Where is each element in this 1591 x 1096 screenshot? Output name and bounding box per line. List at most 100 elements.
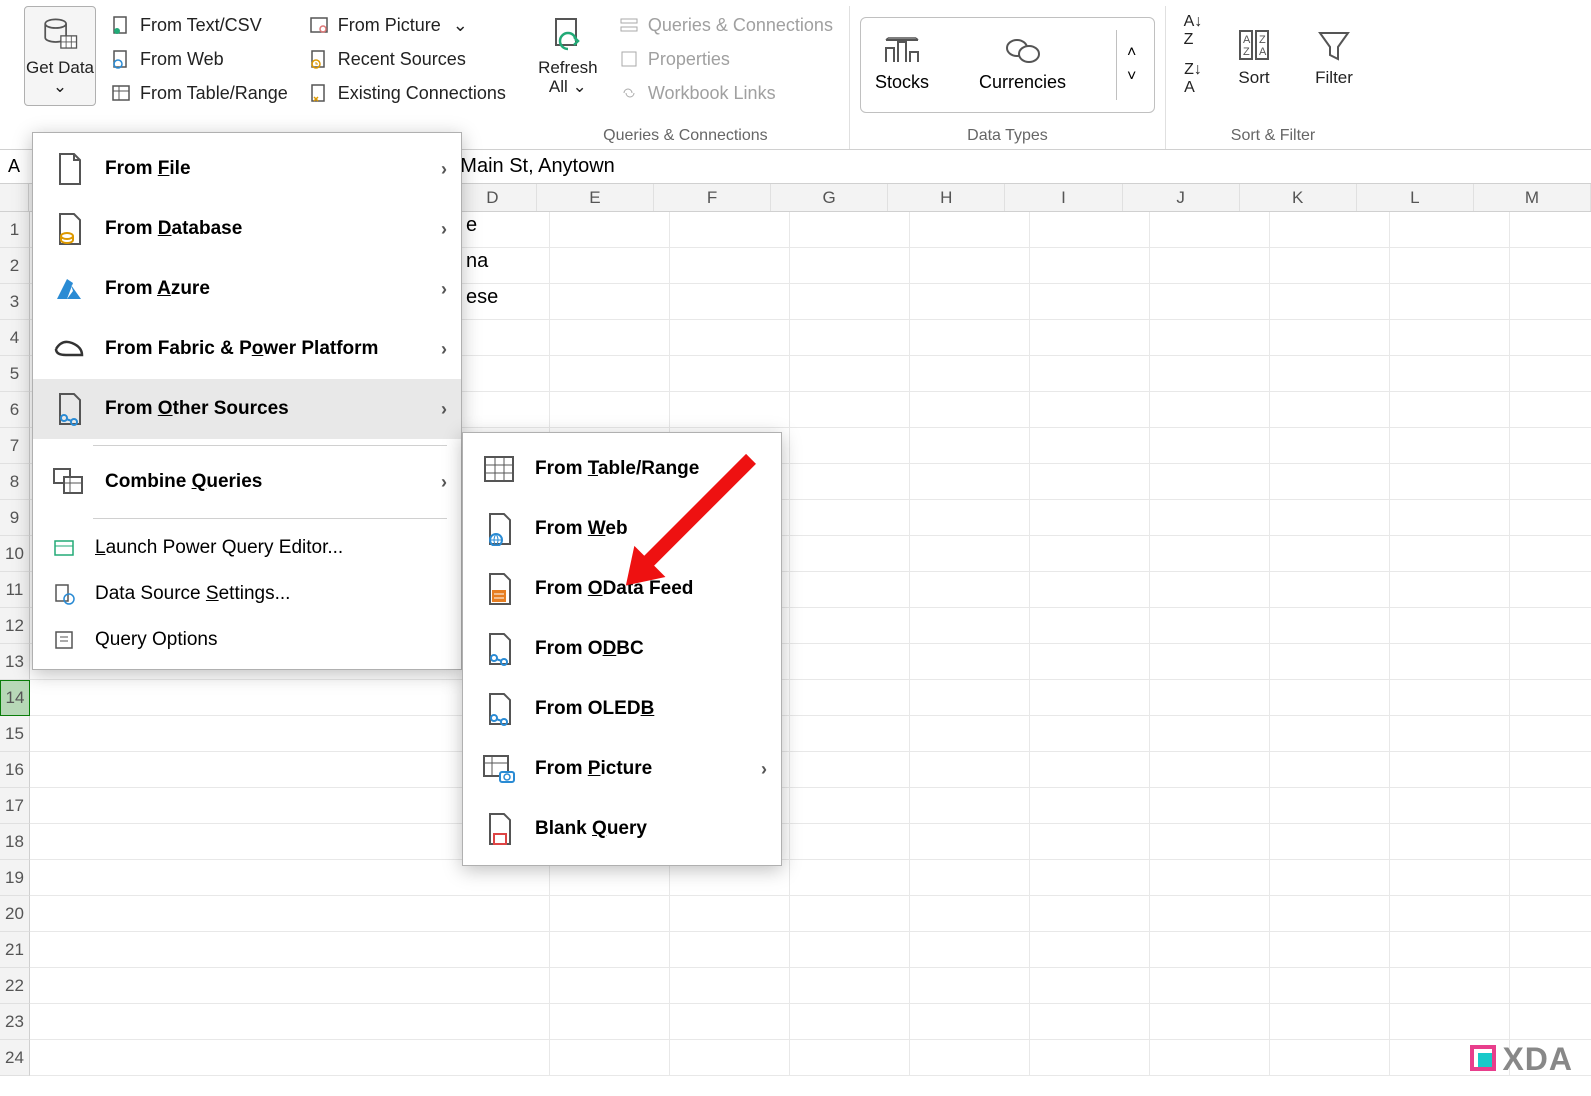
cell[interactable] bbox=[1510, 428, 1591, 464]
cell[interactable] bbox=[1030, 356, 1150, 392]
submenu-oledb[interactable]: From OLEDB bbox=[463, 679, 781, 739]
cell[interactable] bbox=[1390, 932, 1510, 968]
cell[interactable] bbox=[460, 1004, 550, 1040]
cell[interactable] bbox=[1150, 248, 1270, 284]
filter-button[interactable]: Filter bbox=[1298, 6, 1370, 106]
cell[interactable] bbox=[790, 356, 910, 392]
cell[interactable] bbox=[460, 896, 550, 932]
cell[interactable] bbox=[1150, 572, 1270, 608]
cell[interactable] bbox=[910, 896, 1030, 932]
cell[interactable] bbox=[1390, 536, 1510, 572]
cell[interactable] bbox=[790, 572, 910, 608]
cell[interactable] bbox=[1270, 464, 1390, 500]
cell[interactable] bbox=[1030, 500, 1150, 536]
cell[interactable] bbox=[790, 860, 910, 896]
row-header[interactable]: 19 bbox=[0, 860, 30, 896]
row-header[interactable]: 2 bbox=[0, 248, 30, 284]
row-header[interactable]: 4 bbox=[0, 320, 30, 356]
cell[interactable] bbox=[1150, 1040, 1270, 1076]
row-header[interactable]: 18 bbox=[0, 824, 30, 860]
cell[interactable] bbox=[550, 1004, 670, 1040]
cell[interactable] bbox=[790, 284, 910, 320]
cell[interactable] bbox=[1270, 860, 1390, 896]
cell[interactable] bbox=[1150, 428, 1270, 464]
cell[interactable] bbox=[790, 464, 910, 500]
cell[interactable] bbox=[1270, 608, 1390, 644]
cell[interactable] bbox=[910, 464, 1030, 500]
cell[interactable] bbox=[1270, 392, 1390, 428]
cell[interactable] bbox=[550, 968, 670, 1004]
cell[interactable] bbox=[910, 644, 1030, 680]
cell[interactable] bbox=[1270, 572, 1390, 608]
cell[interactable] bbox=[1390, 284, 1510, 320]
col-header[interactable]: L bbox=[1357, 184, 1474, 211]
cell[interactable] bbox=[670, 320, 790, 356]
cell[interactable] bbox=[1270, 680, 1390, 716]
sort-asc-button[interactable]: A↓Z bbox=[1176, 16, 1210, 46]
menu-launch-pq-editor[interactable]: Launch Power Query Editor... bbox=[33, 525, 461, 571]
get-data-button[interactable]: Get Data ⌄ bbox=[24, 6, 96, 106]
cell[interactable] bbox=[790, 536, 910, 572]
cell[interactable] bbox=[1150, 392, 1270, 428]
cell[interactable] bbox=[1270, 1004, 1390, 1040]
cell[interactable] bbox=[550, 896, 670, 932]
cell[interactable] bbox=[1510, 788, 1591, 824]
row-header[interactable]: 6 bbox=[0, 392, 30, 428]
cell[interactable] bbox=[1030, 680, 1150, 716]
cell[interactable] bbox=[910, 356, 1030, 392]
row-header[interactable]: 22 bbox=[0, 968, 30, 1004]
cell[interactable] bbox=[910, 860, 1030, 896]
row-header[interactable]: 3 bbox=[0, 284, 30, 320]
row-header[interactable]: 21 bbox=[0, 932, 30, 968]
cell[interactable] bbox=[1150, 608, 1270, 644]
cell[interactable] bbox=[1270, 428, 1390, 464]
cell[interactable] bbox=[1270, 968, 1390, 1004]
stocks-button[interactable]: Stocks bbox=[875, 36, 929, 93]
cell[interactable] bbox=[1030, 1040, 1150, 1076]
cell[interactable] bbox=[670, 896, 790, 932]
col-header[interactable]: H bbox=[888, 184, 1005, 211]
row-header[interactable]: 15 bbox=[0, 716, 30, 752]
cell[interactable] bbox=[1270, 824, 1390, 860]
cell[interactable] bbox=[1030, 644, 1150, 680]
row-header[interactable]: 8 bbox=[0, 464, 30, 500]
col-header[interactable]: F bbox=[654, 184, 771, 211]
row-header[interactable]: 13 bbox=[0, 644, 30, 680]
cell[interactable] bbox=[910, 248, 1030, 284]
cell[interactable] bbox=[790, 752, 910, 788]
cell[interactable] bbox=[1510, 572, 1591, 608]
cell[interactable] bbox=[670, 968, 790, 1004]
cell[interactable] bbox=[790, 1040, 910, 1076]
col-header[interactable]: J bbox=[1123, 184, 1240, 211]
select-all-corner[interactable] bbox=[0, 184, 29, 211]
row-header[interactable]: 12 bbox=[0, 608, 30, 644]
cell[interactable] bbox=[670, 392, 790, 428]
submenu-table-range[interactable]: From Table/Range bbox=[463, 439, 781, 499]
cell[interactable] bbox=[1150, 356, 1270, 392]
cell[interactable] bbox=[910, 680, 1030, 716]
submenu-blank-query[interactable]: Blank Query bbox=[463, 799, 781, 859]
cell[interactable] bbox=[1510, 752, 1591, 788]
cell[interactable] bbox=[1390, 644, 1510, 680]
cell[interactable] bbox=[790, 716, 910, 752]
from-text-csv-button[interactable]: From Text/CSV bbox=[104, 10, 294, 40]
cell[interactable] bbox=[670, 212, 790, 248]
row-header[interactable]: 17 bbox=[0, 788, 30, 824]
cell[interactable] bbox=[1510, 644, 1591, 680]
cell[interactable] bbox=[1150, 1004, 1270, 1040]
cell[interactable] bbox=[1030, 464, 1150, 500]
cell[interactable] bbox=[1030, 212, 1150, 248]
cell[interactable] bbox=[1030, 716, 1150, 752]
from-picture-button[interactable]: From Picture ⌄ bbox=[302, 10, 512, 40]
cell[interactable] bbox=[1510, 212, 1591, 248]
cell[interactable] bbox=[1510, 968, 1591, 1004]
menu-combine-queries[interactable]: Combine Queries › bbox=[33, 452, 461, 512]
cell[interactable] bbox=[1390, 428, 1510, 464]
cell[interactable] bbox=[1030, 536, 1150, 572]
sort-button[interactable]: AZZA Sort bbox=[1218, 6, 1290, 106]
cell[interactable] bbox=[1390, 824, 1510, 860]
cell[interactable] bbox=[790, 248, 910, 284]
submenu-from-picture[interactable]: From Picture › bbox=[463, 739, 781, 799]
cell[interactable] bbox=[910, 1040, 1030, 1076]
cell[interactable] bbox=[1030, 860, 1150, 896]
